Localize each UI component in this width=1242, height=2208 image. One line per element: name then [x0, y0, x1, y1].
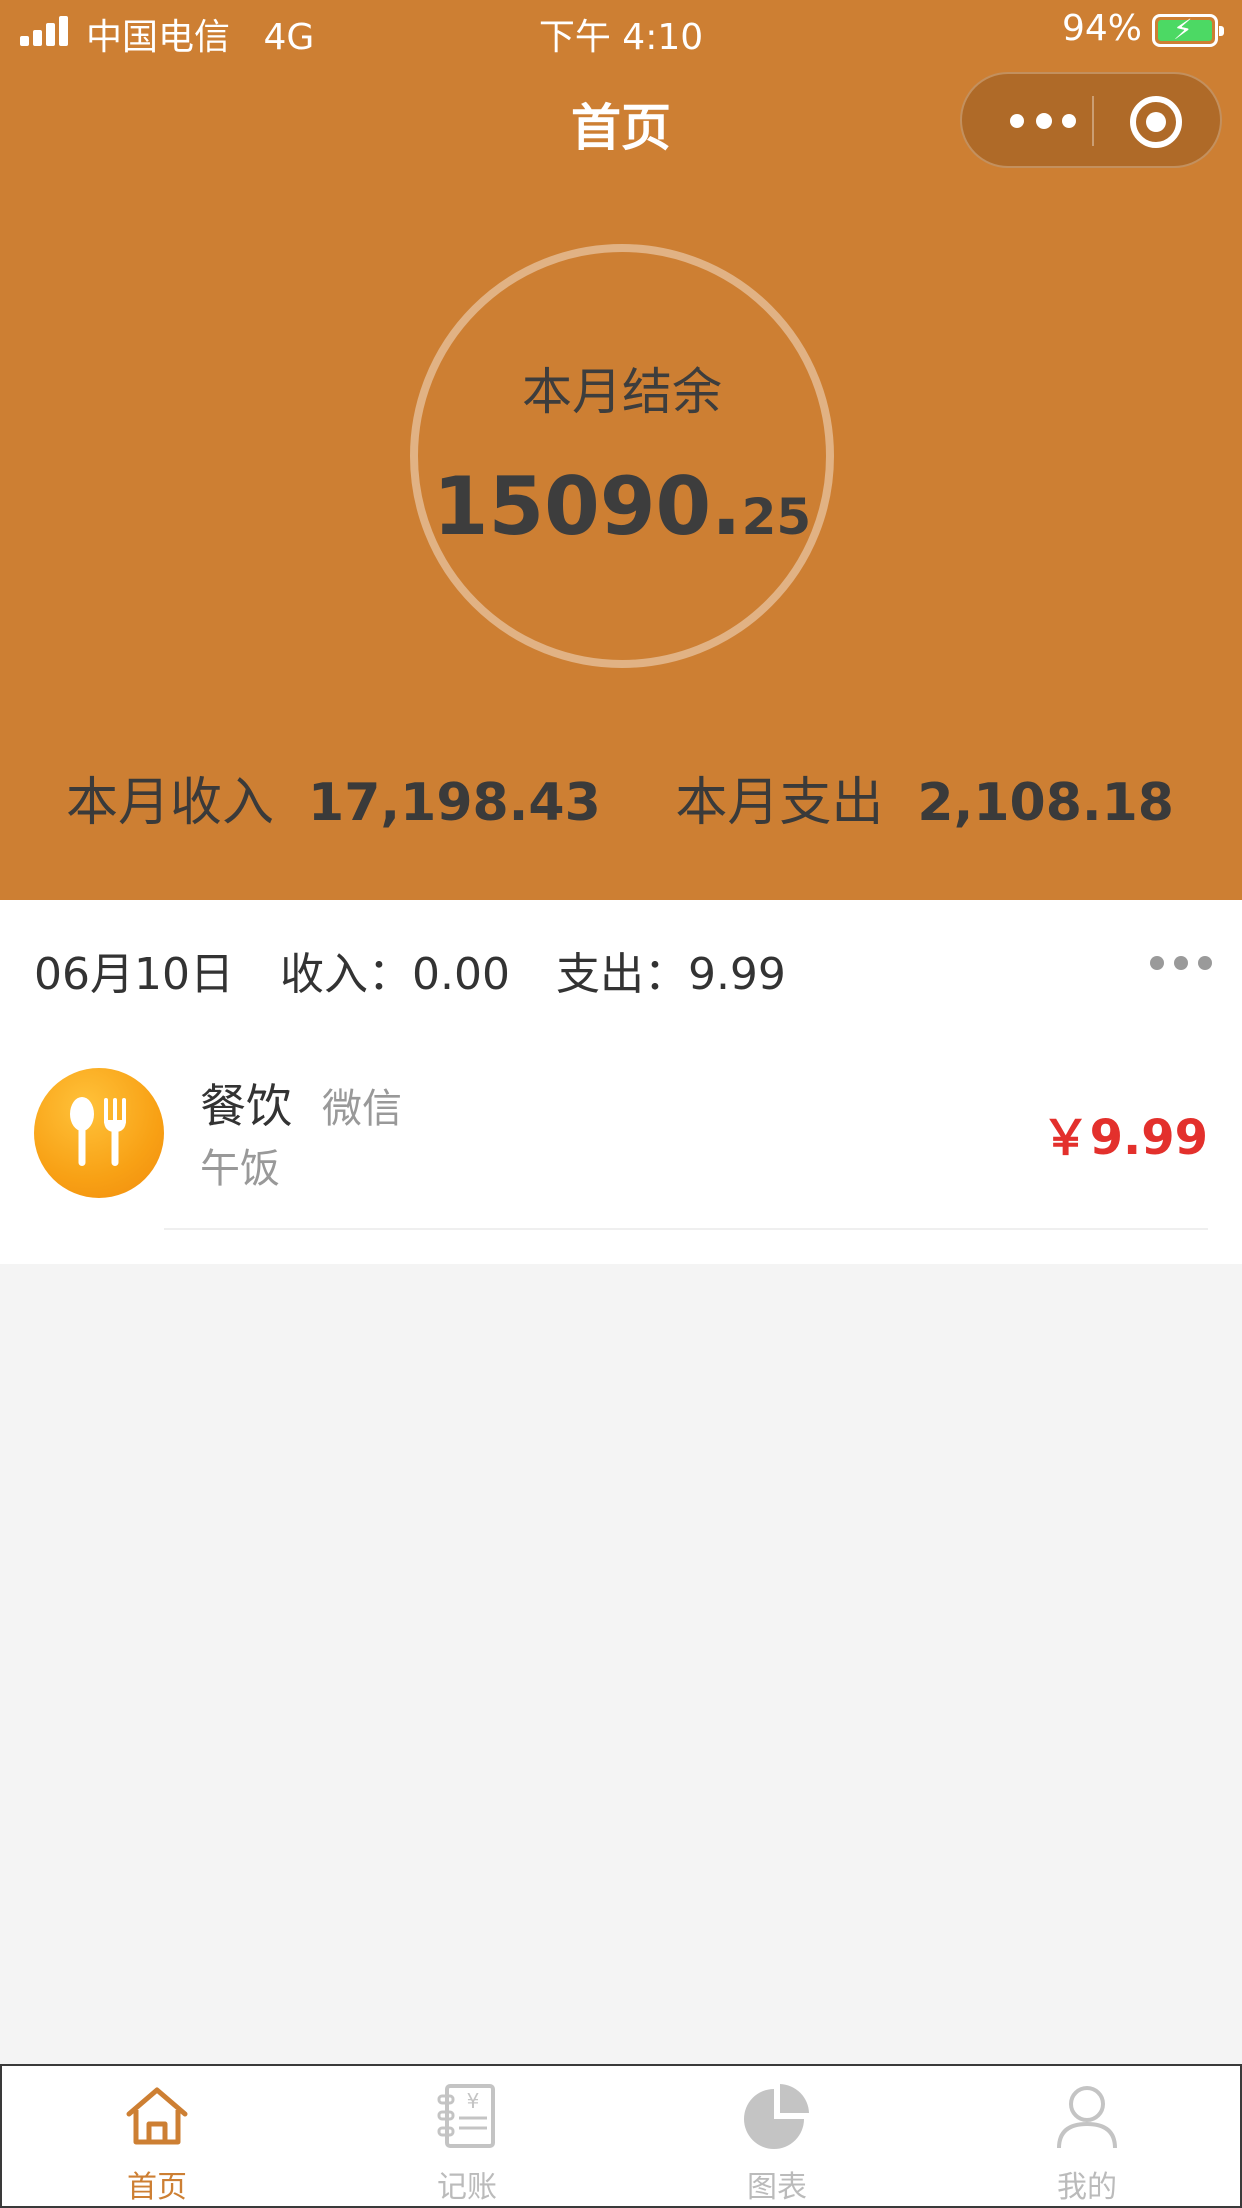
tab-bookkeeping-label: 记账 — [437, 2170, 497, 2205]
target-icon — [1146, 112, 1166, 132]
day-date: 06月10日 — [34, 949, 234, 1000]
tab-home-label: 首页 — [127, 2170, 187, 2205]
utensils-icon — [34, 1068, 164, 1198]
pie-chart-icon — [744, 2084, 809, 2149]
entry-payment-method: 微信 — [322, 1086, 402, 1132]
user-icon — [1057, 2086, 1117, 2149]
tab-profile[interactable]: 我的 — [932, 2066, 1242, 2208]
status-bar: 中国电信 4G 下午 4:10 94% ⚡ — [0, 0, 1242, 62]
battery-percent: 94% — [1061, 8, 1142, 49]
svg-text:¥: ¥ — [467, 2089, 480, 2113]
balance-label: 本月结余 — [522, 363, 722, 421]
miniprogram-capsule — [960, 72, 1222, 168]
transaction-item[interactable]: 餐饮 微信 午饭 ￥9.99 — [0, 1060, 1242, 1230]
ledger-icon: ¥ — [437, 2084, 495, 2148]
day-more-button[interactable] — [1150, 950, 1212, 974]
balance-amount: 15090.25 — [418, 460, 826, 553]
expense-value: 2,108.18 — [917, 773, 1174, 833]
balance-ring: 本月结余 15090.25 — [410, 244, 834, 668]
entry-note: 午饭 — [200, 1146, 280, 1192]
tab-charts[interactable]: 图表 — [622, 2066, 932, 2208]
monthly-expense: 本月支出 2,108.18 — [675, 760, 1174, 835]
more-menu-button[interactable] — [998, 74, 1090, 166]
expense-label: 本月支出 — [675, 773, 884, 833]
day-header: 06月10日 收入：0.00 支出：9.99 — [34, 938, 818, 1002]
balance-integer: 15090. — [432, 460, 742, 553]
tab-charts-label: 图表 — [747, 2170, 807, 2205]
tab-home[interactable]: 首页 — [2, 2066, 312, 2208]
entry-amount: ￥9.99 — [1041, 1110, 1208, 1166]
divider — [164, 1228, 1208, 1230]
capsule-divider — [1092, 96, 1094, 146]
summary-header: 中国电信 4G 下午 4:10 94% ⚡ 首页 本月结余 15090.25 本… — [0, 0, 1242, 900]
battery-icon: ⚡ — [1152, 14, 1224, 47]
status-time: 下午 4:10 — [538, 17, 704, 58]
day-expense: 支出：9.99 — [555, 949, 786, 1000]
tab-bar: 首页 ¥ 记账 图表 我的 — [0, 2064, 1242, 2208]
income-value: 17,198.43 — [308, 773, 601, 833]
tab-profile-label: 我的 — [1057, 2170, 1117, 2205]
home-icon — [126, 2087, 188, 2145]
day-income: 收入：0.00 — [279, 949, 510, 1000]
balance-decimal: 25 — [741, 488, 812, 546]
close-miniprogram-button[interactable] — [1130, 96, 1182, 148]
tab-bookkeeping[interactable]: ¥ 记账 — [312, 2066, 622, 2208]
income-label: 本月收入 — [66, 773, 275, 833]
entry-category: 餐饮 — [200, 1079, 292, 1133]
monthly-income: 本月收入 17,198.43 — [66, 760, 601, 835]
transaction-list: 06月10日 收入：0.00 支出：9.99 餐饮 微信 午饭 ￥9.99 — [0, 900, 1242, 1264]
